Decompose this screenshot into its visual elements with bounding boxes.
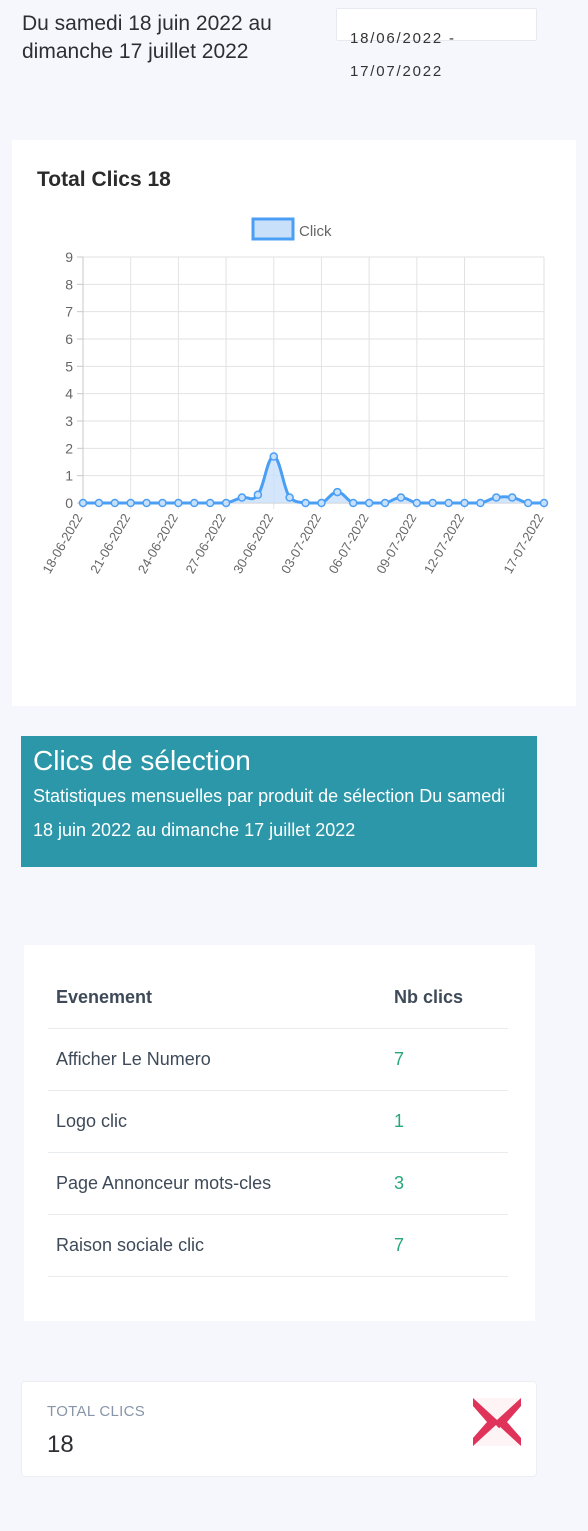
y-tick-label: 7 (65, 304, 73, 320)
data-point (253, 490, 263, 500)
data-point (317, 498, 326, 508)
y-tick-label: 8 (65, 276, 73, 292)
table-header-row: Evenement Nb clics (48, 967, 508, 1029)
x-tick-label: 21-06-2022 (87, 511, 133, 576)
data-point (110, 498, 120, 508)
data-point (205, 498, 215, 508)
events-table: Evenement Nb clics Afficher Le Numero 7 … (48, 967, 508, 1277)
data-point (539, 498, 549, 508)
y-tick-label: 3 (65, 413, 73, 429)
data-point (285, 493, 294, 502)
x-tick-label: 03-07-2022 (278, 511, 324, 576)
data-point (333, 487, 342, 497)
event-name: Afficher Le Numero (56, 1049, 211, 1069)
data-point (78, 498, 88, 508)
selection-title: Clics de sélection (33, 745, 251, 776)
y-tick-label: 5 (65, 358, 73, 374)
data-point (142, 498, 151, 508)
data-point (412, 498, 422, 508)
total-value: 18 (47, 1431, 74, 1458)
data-point (523, 498, 533, 508)
x-tick-label: 18-06-2022 (39, 511, 85, 576)
data-point (158, 498, 167, 508)
y-tick-label: 4 (65, 386, 73, 402)
selection-header: Clics de sélection Statistiques mensuell… (21, 736, 537, 867)
total-clicks-card: TOTAL CLICS 18 (21, 1381, 537, 1477)
series-area (83, 456, 544, 503)
legend-label: Click (299, 223, 332, 240)
data-point (380, 498, 390, 508)
data-point (364, 498, 374, 508)
data-point (460, 498, 469, 508)
x-tick-label: 17-07-2022 (500, 511, 546, 576)
y-tick-label: 1 (65, 468, 73, 484)
data-point (428, 498, 437, 508)
y-tick-label: 9 (65, 249, 73, 265)
date-range-text[interactable]: 18/06/2022 - 17/07/2022 (350, 22, 530, 88)
y-tick-label: 2 (65, 440, 73, 456)
table-row: Logo clic 1 (48, 1091, 508, 1153)
chart-icon (473, 1398, 521, 1446)
header-clicks: Nb clics (394, 987, 464, 1007)
table-row: Afficher Le Numero 7 (48, 1029, 508, 1091)
data-point (348, 498, 358, 508)
x-tick-label: 06-07-2022 (325, 511, 371, 576)
selection-subtitle: Statistiques mensuelles par produit de s… (33, 786, 506, 840)
series-line (82, 455, 544, 505)
x-tick-label: 30-06-2022 (230, 511, 276, 576)
event-name: Raison sociale clic (56, 1235, 205, 1255)
data-point (301, 498, 310, 508)
data-point (174, 498, 183, 508)
data-point (476, 498, 485, 508)
clicks-line-chart: Click 0 1 2 3 4 5 6 7 8 9 18-06-2022 21-06-2022 24-06… (39, 217, 549, 576)
events-table-card: Evenement Nb clics Afficher Le Numero 7 … (24, 945, 535, 1321)
event-clicks: 7 (394, 1049, 405, 1069)
data-point (444, 498, 453, 508)
period-title: Du samedi 18 juin 2022 au dimanche 17 ju… (22, 12, 272, 63)
event-clicks: 3 (394, 1173, 405, 1193)
event-clicks: 1 (394, 1111, 405, 1131)
x-tick-label: 24-06-2022 (135, 511, 181, 576)
event-clicks: 7 (394, 1235, 405, 1255)
x-tick-label: 27-06-2022 (182, 511, 228, 576)
data-point (492, 493, 501, 502)
data-point (269, 452, 279, 461)
data-point (126, 498, 135, 508)
header-event: Evenement (56, 987, 153, 1007)
data-point (396, 493, 406, 502)
data-point (507, 493, 517, 502)
x-tick-label: 12-07-2022 (421, 511, 467, 576)
y-tick-label: 6 (65, 331, 73, 347)
x-tick-label: 09-07-2022 (373, 511, 419, 576)
event-name: Page Annonceur mots-cles (56, 1173, 272, 1193)
legend-swatch (251, 217, 295, 241)
data-point (237, 493, 247, 502)
y-tick-label: 0 (65, 495, 73, 511)
table-row: Raison sociale clic 7 (48, 1215, 508, 1277)
event-name: Logo clic (56, 1111, 128, 1131)
total-label: TOTAL CLICS (47, 1403, 146, 1420)
data-point (221, 498, 231, 508)
data-point (190, 498, 199, 508)
table-row: Page Annonceur mots-cles 3 (48, 1153, 508, 1215)
data-point (94, 498, 104, 508)
